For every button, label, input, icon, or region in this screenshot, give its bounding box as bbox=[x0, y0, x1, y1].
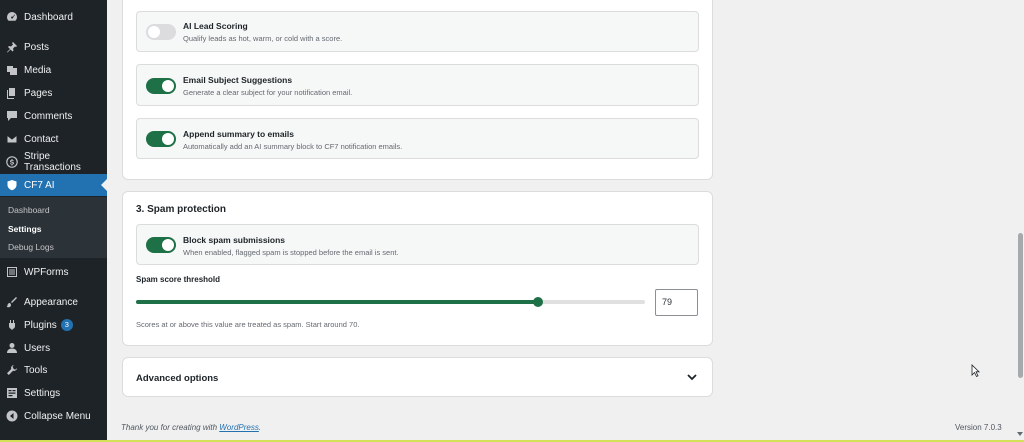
append-summary-toggle[interactable] bbox=[146, 131, 176, 147]
page-scrollbar[interactable] bbox=[1016, 0, 1024, 442]
footer-thanks: Thank you for creating with WordPress. bbox=[121, 423, 262, 432]
option-title: AI Lead Scoring bbox=[183, 21, 248, 31]
footer-version: Version 7.0.3 bbox=[955, 423, 1002, 432]
sidebar-item-comments[interactable]: Comments bbox=[0, 105, 107, 127]
sidebar-item-plugins[interactable]: Plugins 3 bbox=[0, 314, 107, 336]
spam-threshold-label: Spam score threshold bbox=[136, 275, 221, 284]
form-icon bbox=[6, 266, 18, 278]
dollar-icon bbox=[6, 156, 18, 168]
option-description: Automatically add an AI summary block to… bbox=[183, 142, 403, 151]
sidebar-item-wpforms[interactable]: WPForms bbox=[0, 261, 107, 283]
ai-lead-scoring-toggle[interactable] bbox=[146, 24, 176, 40]
email-subject-suggestions-toggle[interactable] bbox=[146, 78, 176, 94]
advanced-options-title: Advanced options bbox=[136, 373, 219, 384]
option-ai-lead-scoring: AI Lead Scoring Qualify leads as hot, wa… bbox=[136, 11, 699, 52]
option-email-subject-suggestions: Email Subject Suggestions Generate a cle… bbox=[136, 64, 699, 106]
slider-fill bbox=[136, 300, 538, 304]
spam-threshold-help: Scores at or above this value are treate… bbox=[136, 320, 360, 329]
media-icon bbox=[6, 64, 18, 76]
sidebar-item-label: Users bbox=[24, 342, 51, 354]
sidebar-item-tools[interactable]: Tools bbox=[0, 359, 107, 381]
slider-thumb[interactable] bbox=[533, 297, 543, 307]
collapse-icon bbox=[6, 410, 18, 422]
option-description: Qualify leads as hot, warm, or cold with… bbox=[183, 34, 343, 43]
pages-icon bbox=[6, 87, 18, 99]
sidebar-item-label: Stripe Transactions bbox=[24, 151, 81, 173]
sidebar-item-label: Plugins bbox=[24, 319, 57, 331]
chevron-down-icon[interactable] bbox=[686, 372, 698, 382]
mouse-cursor-icon bbox=[971, 364, 980, 378]
sidebar-item-settings[interactable]: Settings bbox=[0, 382, 107, 404]
comment-icon bbox=[6, 110, 18, 122]
sidebar-item-label: Media bbox=[24, 64, 52, 76]
option-description: When enabled, flagged spam is stopped be… bbox=[183, 248, 399, 257]
sidebar-item-label: Comments bbox=[24, 110, 73, 122]
plugin-icon bbox=[6, 319, 18, 331]
submenu-item-settings[interactable]: Settings bbox=[8, 224, 42, 234]
brush-icon bbox=[6, 296, 18, 308]
shield-icon bbox=[6, 179, 18, 191]
option-title: Email Subject Suggestions bbox=[183, 75, 293, 85]
spam-threshold-input[interactable]: 79 bbox=[655, 289, 698, 316]
sidebar-item-label: CF7 AI bbox=[24, 179, 55, 191]
sidebar-item-label: WPForms bbox=[24, 266, 69, 278]
submenu-item-debug-logs[interactable]: Debug Logs bbox=[8, 242, 54, 252]
settings-icon bbox=[6, 387, 18, 399]
sidebar-item-contact[interactable]: Contact bbox=[0, 128, 107, 150]
sidebar-item-label: Pages bbox=[24, 87, 53, 99]
sidebar-item-label: Collapse Menu bbox=[24, 410, 91, 422]
sidebar-item-posts[interactable]: Posts bbox=[0, 36, 107, 58]
sidebar-item-media[interactable]: Media bbox=[0, 59, 107, 81]
cf7-ai-submenu: Dashboard Settings Debug Logs bbox=[0, 197, 107, 258]
option-block-spam: Block spam submissions When enabled, fla… bbox=[136, 224, 699, 265]
submenu-item-dashboard[interactable]: Dashboard bbox=[8, 205, 50, 215]
dashboard-icon bbox=[6, 11, 18, 23]
sidebar-item-stripe-transactions[interactable]: Stripe Transactions bbox=[0, 151, 107, 173]
sidebar-item-label: Contact bbox=[24, 133, 59, 145]
plugins-update-badge: 3 bbox=[60, 319, 73, 331]
option-append-summary: Append summary to emails Automatically a… bbox=[136, 118, 699, 159]
sidebar-item-appearance[interactable]: Appearance bbox=[0, 291, 107, 313]
block-spam-toggle[interactable] bbox=[146, 237, 176, 253]
sidebar-item-users[interactable]: Users bbox=[0, 337, 107, 359]
sidebar-item-label: Settings bbox=[24, 387, 61, 399]
sidebar-item-label: Dashboard bbox=[24, 11, 73, 23]
sidebar-item-label: Posts bbox=[24, 41, 50, 53]
section-title: 3. Spam protection bbox=[136, 204, 227, 215]
sidebar-item-pages[interactable]: Pages bbox=[0, 82, 107, 104]
sidebar-item-label: Tools bbox=[24, 364, 48, 376]
sidebar-collapse-menu[interactable]: Collapse Menu bbox=[0, 405, 107, 427]
spam-threshold-slider[interactable] bbox=[136, 297, 645, 307]
option-description: Generate a clear subject for your notifi… bbox=[183, 88, 353, 97]
wordpress-link[interactable]: WordPress bbox=[219, 423, 259, 432]
scrollbar-thumb[interactable] bbox=[1018, 233, 1023, 378]
mail-icon bbox=[6, 133, 18, 145]
user-icon bbox=[6, 342, 18, 354]
pin-icon bbox=[6, 41, 18, 53]
sidebar-item-label: Appearance bbox=[24, 296, 78, 308]
scroll-down-arrow-icon[interactable] bbox=[1017, 432, 1023, 436]
wrench-icon bbox=[6, 364, 18, 376]
option-title: Append summary to emails bbox=[183, 129, 295, 139]
admin-sidebar: Dashboard Posts Media Pages Comments Con… bbox=[0, 0, 107, 442]
option-title: Block spam submissions bbox=[183, 235, 286, 245]
sidebar-item-cf7-ai[interactable]: CF7 AI bbox=[0, 174, 107, 196]
sidebar-item-dashboard[interactable]: Dashboard bbox=[0, 6, 107, 28]
